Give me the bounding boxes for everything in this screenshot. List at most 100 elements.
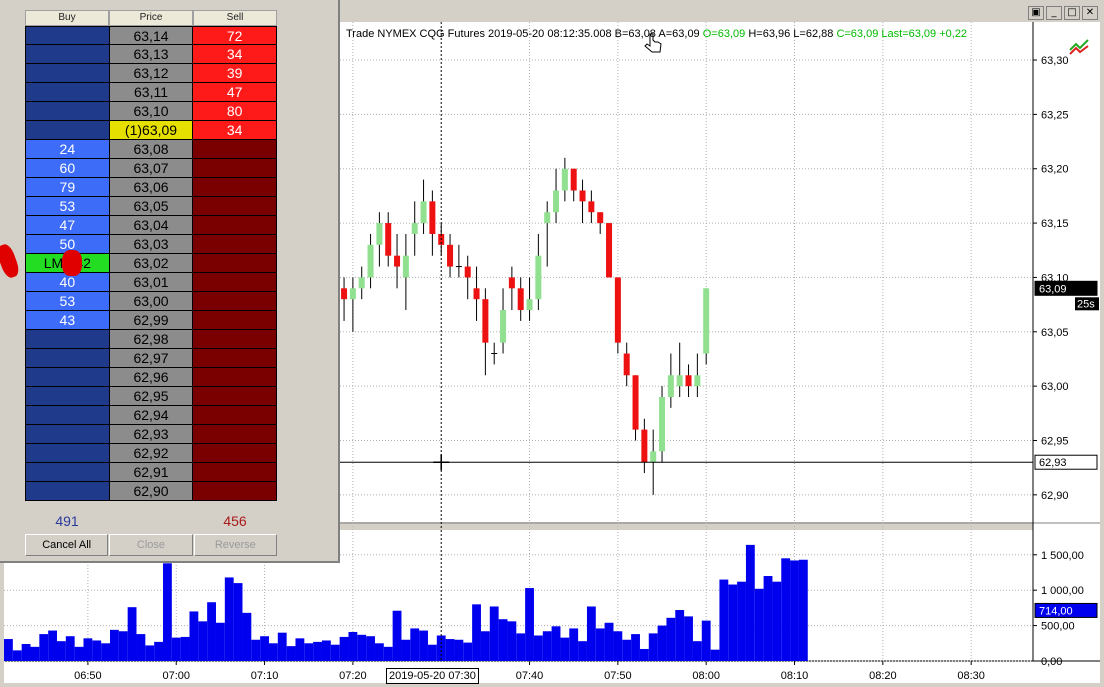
candle-body — [411, 223, 418, 234]
ladder-row: 79 63,06 — [25, 178, 278, 197]
close-button[interactable]: Close — [109, 534, 193, 556]
buy-cell[interactable] — [25, 406, 110, 425]
volume-bar — [533, 635, 543, 661]
buy-cell[interactable] — [25, 330, 110, 349]
minimize-icon[interactable]: _ — [1046, 6, 1062, 20]
buy-cell[interactable] — [25, 45, 110, 64]
volume-bar — [684, 616, 693, 661]
volume-bar — [260, 636, 269, 661]
cursor-time-label: 2019-05-20 07:30 — [386, 668, 479, 684]
buy-cell[interactable] — [25, 425, 110, 444]
buy-cell[interactable] — [25, 26, 110, 45]
volume-bar — [578, 641, 587, 661]
maximize-icon[interactable]: □ — [1064, 6, 1080, 20]
candle-body — [473, 288, 480, 300]
dom-panel: Buy Price Sell 63,14 72 63,13 34 63,12 39 63,1… — [0, 0, 340, 563]
buy-cell[interactable] — [25, 482, 110, 501]
buy-cell[interactable]: 24 — [25, 140, 110, 159]
sell-cell[interactable] — [193, 178, 278, 197]
buy-cell[interactable] — [25, 121, 110, 140]
volume-bar — [604, 622, 614, 661]
sell-cell[interactable] — [193, 463, 278, 482]
volume-bar — [454, 639, 464, 661]
volume-bar — [171, 637, 181, 661]
buy-cell[interactable]: 53 — [25, 197, 110, 216]
sell-cell[interactable] — [193, 235, 278, 254]
sell-cell[interactable] — [193, 159, 278, 178]
sell-cell[interactable] — [193, 311, 278, 330]
sell-cell[interactable]: 72 — [193, 26, 278, 45]
buy-cell[interactable] — [25, 444, 110, 463]
candle-body — [579, 190, 586, 202]
sell-cell[interactable] — [193, 216, 278, 235]
compare-arrows-icon[interactable] — [1068, 36, 1092, 58]
timer-label: 25s — [1077, 298, 1095, 310]
sell-cell[interactable] — [193, 406, 278, 425]
volume-bar — [622, 639, 632, 661]
price-header[interactable]: Price — [109, 10, 193, 26]
buy-cell[interactable] — [25, 64, 110, 83]
volume-bar — [595, 628, 605, 661]
ladder-row: 50 63,03 — [25, 235, 278, 254]
sell-header[interactable]: Sell — [193, 10, 277, 26]
volume-bar — [525, 588, 534, 661]
candle-body — [614, 277, 621, 343]
candle-body — [385, 223, 392, 256]
sell-cell[interactable] — [193, 425, 278, 444]
cancel-all-button[interactable]: Cancel All — [25, 534, 109, 556]
buy-header[interactable]: Buy — [25, 10, 109, 26]
time-tick-label: 08:30 — [957, 670, 985, 682]
sell-cell[interactable] — [193, 368, 278, 387]
volume-bar — [162, 563, 172, 661]
volume-bar — [198, 621, 208, 661]
sell-cell[interactable] — [193, 292, 278, 311]
candle-body — [659, 397, 666, 452]
sell-cell[interactable] — [193, 444, 278, 463]
volume-bar — [127, 607, 137, 661]
sell-cell[interactable]: 34 — [193, 121, 278, 140]
candle-body — [606, 223, 613, 278]
volume-bar — [710, 649, 720, 661]
buy-cell[interactable]: 53 — [25, 292, 110, 311]
restore-icon[interactable]: ▣ — [1028, 6, 1044, 20]
total-buy: 491 — [55, 513, 79, 529]
volume-bar — [781, 558, 791, 661]
ladder-row: 62,91 — [25, 463, 278, 482]
sell-cell[interactable] — [193, 482, 278, 501]
candle-body — [623, 353, 630, 376]
sell-cell[interactable]: 39 — [193, 64, 278, 83]
volume-bar — [4, 639, 13, 661]
buy-cell[interactable]: 60 — [25, 159, 110, 178]
sell-cell[interactable] — [193, 254, 278, 273]
close-icon[interactable]: ✕ — [1082, 6, 1098, 20]
candle-body — [500, 310, 507, 343]
buy-cell[interactable]: 43 — [25, 311, 110, 330]
sell-cell[interactable]: 34 — [193, 45, 278, 64]
sell-cell[interactable] — [193, 349, 278, 368]
sell-cell[interactable] — [193, 140, 278, 159]
ladder-row: 62,93 — [25, 425, 278, 444]
sell-cell[interactable] — [193, 273, 278, 292]
buy-cell[interactable]: 40 — [25, 273, 110, 292]
buy-cell[interactable] — [25, 102, 110, 121]
sell-cell[interactable] — [193, 197, 278, 216]
sell-cell[interactable]: 47 — [193, 83, 278, 102]
time-tick-label: 08:10 — [781, 670, 809, 682]
buy-cell[interactable] — [25, 387, 110, 406]
buy-cell[interactable] — [25, 368, 110, 387]
volume-bar — [154, 641, 163, 661]
buy-cell[interactable]: 79 — [25, 178, 110, 197]
sell-cell[interactable] — [193, 330, 278, 349]
sell-cell[interactable] — [193, 387, 278, 406]
volume-tick-label: 1 500,00 — [1041, 550, 1084, 562]
reverse-button[interactable]: Reverse — [193, 534, 277, 556]
volume-bar — [401, 639, 411, 661]
volume-bar — [30, 646, 40, 661]
volume-bar — [445, 639, 455, 661]
buy-cell[interactable]: 47 — [25, 216, 110, 235]
buy-cell[interactable] — [25, 83, 110, 102]
buy-cell[interactable] — [25, 349, 110, 368]
buy-cell[interactable] — [25, 463, 110, 482]
ladder-row: 62,98 — [25, 330, 278, 349]
sell-cell[interactable]: 80 — [193, 102, 278, 121]
